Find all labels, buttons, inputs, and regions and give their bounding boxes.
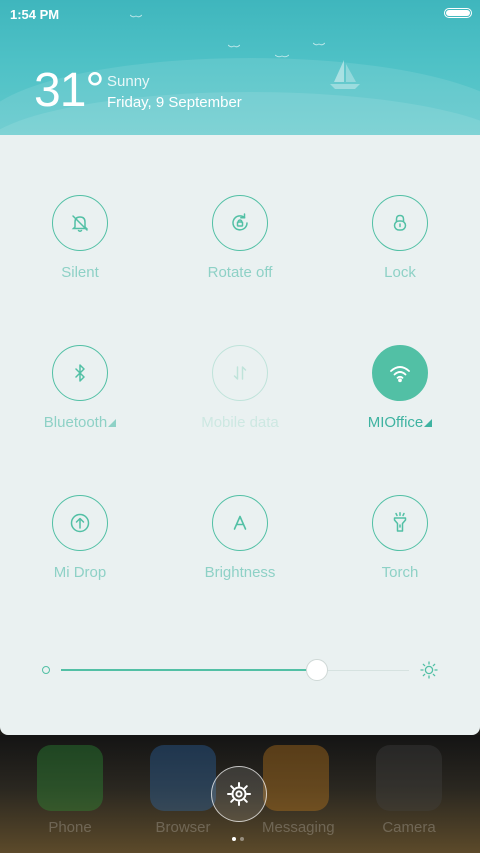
- app-label: Browser: [155, 819, 211, 836]
- weather-condition: Sunny: [107, 73, 150, 90]
- temperature: 31°: [34, 64, 105, 117]
- toggle-bluetooth[interactable]: Bluetooth: [0, 345, 160, 432]
- wifi-icon: [372, 345, 428, 401]
- toggle-label: Brightness: [204, 564, 276, 581]
- browser-icon: [150, 745, 216, 811]
- bird-icon: [130, 14, 142, 18]
- brightness-low-icon: [42, 666, 50, 674]
- status-time: 1:54 PM: [10, 7, 60, 22]
- toggle-label: Bluetooth: [0, 414, 160, 432]
- dock-app-camera[interactable]: Camera: [375, 745, 443, 836]
- rotate-lock-icon: [212, 195, 268, 251]
- toggle-label: Mobile data: [201, 414, 279, 431]
- app-label: Messaging: [262, 819, 335, 836]
- sailboat-icon: [330, 60, 360, 89]
- messaging-icon: [263, 745, 329, 811]
- mobile-data-icon: [212, 345, 268, 401]
- toggle-label: Lock: [384, 264, 416, 281]
- toggle-mobile-data[interactable]: Mobile data: [160, 345, 320, 432]
- camera-icon: [376, 745, 442, 811]
- torch-icon: [372, 495, 428, 551]
- battery-icon: [444, 8, 472, 18]
- page-dot-active: [232, 837, 236, 841]
- bird-icon: [313, 42, 325, 46]
- weather-header: 1:54 PM 31° Sunny Friday, 9 September: [0, 0, 480, 135]
- toggle-brightness[interactable]: Brightness: [160, 495, 320, 582]
- more-options-indicator: [424, 419, 433, 427]
- dock-app-phone[interactable]: Phone: [36, 745, 104, 836]
- page-dot: [240, 837, 244, 841]
- settings-button[interactable]: [211, 766, 267, 822]
- gear-icon: [227, 782, 251, 806]
- page-indicator: [232, 828, 248, 846]
- toggle-label: Torch: [381, 564, 419, 581]
- brightness-auto-icon: [212, 495, 268, 551]
- toggle-label: Rotate off: [207, 264, 273, 281]
- bird-icon: [275, 54, 289, 58]
- lock-icon: [372, 195, 428, 251]
- dock-app-messaging[interactable]: Messaging: [262, 745, 335, 836]
- app-label: Phone: [48, 819, 92, 836]
- bluetooth-label: Bluetooth: [43, 414, 108, 431]
- wifi-network-label: MIOffice: [367, 414, 424, 431]
- toggle-lock[interactable]: Lock: [320, 195, 480, 282]
- toggle-wifi[interactable]: MIOffice: [320, 345, 480, 432]
- more-options-indicator: [108, 419, 117, 427]
- app-label: Camera: [382, 819, 436, 836]
- quick-settings-panel: Silent Rotate off Lock Bluetooth Mobile …: [0, 135, 480, 735]
- brightness-slider-fill: [61, 669, 318, 671]
- toggle-label: Silent: [61, 264, 99, 281]
- bell-off-icon: [52, 195, 108, 251]
- toggle-mi-drop[interactable]: Mi Drop: [0, 495, 160, 582]
- toggle-rotate[interactable]: Rotate off: [160, 195, 320, 282]
- bird-icon: [228, 44, 240, 48]
- toggle-label: Mi Drop: [53, 564, 107, 581]
- toggle-label: MIOffice: [320, 414, 480, 432]
- toggle-torch[interactable]: Torch: [320, 495, 480, 582]
- dock-app-browser[interactable]: Browser: [149, 745, 217, 836]
- phone-icon: [37, 745, 103, 811]
- brightness-slider-thumb[interactable]: [306, 659, 329, 681]
- weather-date: Friday, 9 September: [107, 94, 242, 111]
- toggle-silent[interactable]: Silent: [0, 195, 160, 282]
- bluetooth-icon: [52, 345, 108, 401]
- mi-drop-icon: [52, 495, 108, 551]
- brightness-slider[interactable]: [61, 659, 409, 681]
- brightness-high-icon: [420, 661, 438, 679]
